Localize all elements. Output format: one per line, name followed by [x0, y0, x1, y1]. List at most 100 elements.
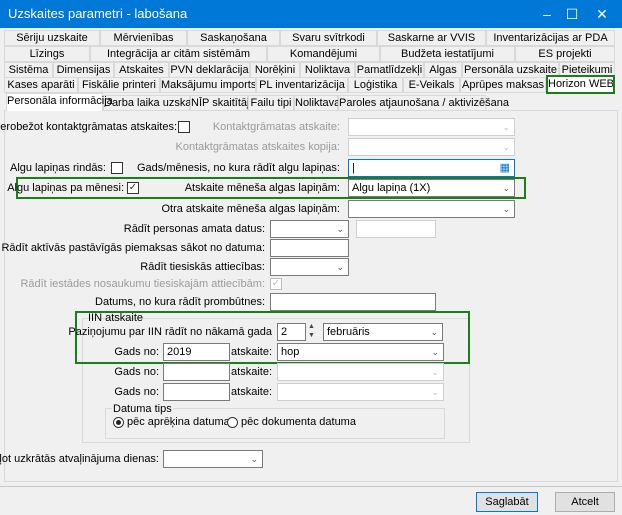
apalot-combo[interactable]: ⌄: [163, 450, 263, 468]
report-combo[interactable]: hop ⌄: [277, 343, 444, 361]
spin-arrows-icon[interactable]: ▲ ▼: [308, 322, 315, 340]
report-combo[interactable]: ⌄: [277, 383, 444, 401]
tab-kases-apar-ti[interactable]: Kases aparāti: [4, 77, 78, 93]
inner-tab-2[interactable]: NĪP skaitītāji: [190, 95, 252, 111]
rindas-checkbox[interactable]: [111, 162, 123, 174]
tab-pamatl-dzek-i[interactable]: Pamatlīdzekļi: [355, 62, 424, 78]
close-button[interactable]: ✕: [582, 0, 622, 28]
tab-atskaites[interactable]: Atskaites: [114, 62, 169, 78]
report-combo[interactable]: ⌄: [277, 363, 444, 381]
tab-pvn-deklar-cija[interactable]: PVN deklarācija: [169, 62, 250, 78]
tab-fisk-lie-printeri[interactable]: Fiskālie printeri: [78, 77, 160, 93]
tab-lo-istika[interactable]: Loģistika: [348, 77, 403, 93]
radio-aprekina[interactable]: [113, 417, 124, 428]
inner-tab-3[interactable]: Failu tipi: [248, 95, 294, 111]
tab-integr-cija-ar-cit-m-sist-m-m[interactable]: Integrācija ar citām sistēmām: [90, 46, 267, 62]
tab-s-riju-uzskaite[interactable]: Sēriju uzskaite: [4, 30, 100, 46]
gads-input[interactable]: [163, 383, 230, 401]
inner-tab-4[interactable]: Noliktava: [294, 95, 340, 111]
tab-dimensijas[interactable]: Dimensijas: [53, 62, 114, 78]
prombutnes-input[interactable]: [270, 293, 436, 311]
tab-noliktava[interactable]: Noliktava: [300, 62, 355, 78]
tab-algas[interactable]: Algas: [424, 62, 462, 78]
amata-combo[interactable]: ⌄: [270, 220, 349, 238]
calendar-icon[interactable]: ▦: [500, 160, 510, 176]
prombutnes-label: Datums, no kura rādīt prombūtnes:: [95, 296, 265, 308]
ierobezot-label: Ierobežot kontaktgrāmatas atskaites:: [0, 121, 177, 133]
tab-maks-jumu-imports[interactable]: Maksājumu imports: [160, 77, 256, 93]
kontakt-atskaite-combo[interactable]: ⌄: [348, 118, 515, 136]
gads-input[interactable]: [163, 363, 230, 381]
tab-m-rvien-bas[interactable]: Mērvienības: [100, 30, 187, 46]
amata-text[interactable]: [356, 220, 436, 238]
atskaite-combo[interactable]: Algu lapiņa (1X) ⌄: [348, 179, 515, 197]
chevron-down-icon: ⌄: [502, 204, 510, 214]
inner-tab-0[interactable]: Personāla informācija: [6, 93, 113, 111]
tab-pl-inventariz-cija[interactable]: PL inventarizācija: [256, 77, 348, 93]
report-value: hop: [281, 346, 300, 358]
month-combo[interactable]: februāris ⌄: [323, 323, 443, 341]
otra-label: Otra atskaite mēneša algas lapiņām:: [161, 203, 340, 215]
radio-dokumenta[interactable]: [227, 417, 238, 428]
cancel-button[interactable]: Atcelt: [555, 492, 615, 512]
tab-svaru-sv-trkodi[interactable]: Svaru svītrkodi: [280, 30, 377, 46]
apalot-label: Apaļot uzkrātās atvaļinājuma dienas:: [0, 453, 159, 465]
chevron-down-icon: ⌄: [502, 183, 510, 193]
kontakt-atskaite-label: Kontaktgrāmatas atskaite:: [212, 121, 340, 133]
atskaite-value: Algu lapiņa (1X): [352, 182, 431, 194]
gads-label: Gads no:: [114, 366, 159, 378]
iin-group-title: IIN atskaite: [88, 312, 144, 324]
tab-saskarne-ar-vvis[interactable]: Saskarne ar VVIS: [377, 30, 486, 46]
tab-saska-o-ana[interactable]: Saskaņošana: [187, 30, 280, 46]
amata-label: Rādīt personas amata datus:: [123, 223, 265, 235]
tab-bud-eta-iestat-jumi[interactable]: Budžeta iestatījumi: [380, 46, 515, 62]
tab-apr-pes-maksas[interactable]: Aprūpes maksas: [460, 77, 546, 93]
radio-dot: [116, 420, 121, 425]
window-title: Uzskaites parametri - labošana: [8, 6, 188, 21]
kontakt-kopija-combo[interactable]: ⌄: [348, 138, 515, 156]
chevron-down-icon: ⌄: [502, 142, 510, 152]
tab-l-zings[interactable]: Līzings: [4, 46, 90, 62]
chevron-down-icon: ⌄: [431, 367, 439, 377]
chevron-down-icon: ⌄: [431, 347, 439, 357]
gads-label: Gads no:: [114, 386, 159, 398]
piemaksas-label: Rādīt aktīvās pastāvīgās piemaksas sākot…: [1, 242, 265, 254]
tab-person-la-uzskaite[interactable]: Personāla uzskaite: [462, 62, 559, 78]
ierobezot-checkbox[interactable]: [178, 121, 190, 133]
tab-komand-jumi[interactable]: Komandējumi: [267, 46, 380, 62]
gads-menesis-input[interactable]: | ▦: [348, 159, 515, 177]
tab-nor-ini[interactable]: Norēķini: [250, 62, 300, 78]
day-spinner[interactable]: 2: [277, 323, 306, 341]
pazinojums-label: Paziņojumu par IIN rādīt no nākamā gada: [68, 326, 272, 338]
tab-horizon-web[interactable]: Horizon WEB: [546, 75, 615, 94]
tab-sist-ma[interactable]: Sistēma: [4, 62, 53, 78]
datuma-tips-title: Datuma tips: [112, 403, 173, 415]
gads-menesis-label: Gads/mēnesis, no kura rādīt algu lapiņas…: [136, 162, 340, 174]
inner-tab-1[interactable]: Darba laika uzskaite: [103, 95, 203, 111]
separator: [0, 486, 622, 487]
atskaite-label: atskaite:: [231, 386, 272, 398]
iestades-checkbox[interactable]: ✓: [270, 278, 282, 290]
chevron-down-icon: ⌄: [336, 262, 344, 272]
tab-es-projekti[interactable]: ES projekti: [515, 46, 615, 62]
otra-combo[interactable]: ⌄: [348, 200, 515, 218]
gads-label: Gads no:: [114, 346, 159, 358]
chevron-down-icon: ⌄: [431, 387, 439, 397]
atskaite-label: atskaite:: [231, 346, 272, 358]
tab-inventariz-cijas-ar-pda[interactable]: Inventarizācijas ar PDA: [486, 30, 615, 46]
iestades-label: Rādīt iestādes nosaukumu tiesiskajām att…: [20, 278, 265, 290]
inner-tab-5[interactable]: Paroles atjaunošana / aktivizēšana: [338, 95, 509, 111]
gads-input[interactable]: 2019: [163, 343, 230, 361]
save-button[interactable]: Saglabāt: [476, 492, 538, 512]
tiesiskas-combo[interactable]: ⌄: [270, 258, 349, 276]
radio-aprekina-label[interactable]: pēc aprēķina datuma: [127, 416, 230, 428]
chevron-down-icon: ⌄: [502, 122, 510, 132]
chevron-down-icon: ⌄: [430, 327, 438, 337]
piemaksas-input[interactable]: [270, 239, 349, 257]
radio-dokumenta-label[interactable]: pēc dokumenta datuma: [241, 416, 356, 428]
pa-menesi-label: Algu lapiņas pa mēnesi:: [7, 182, 124, 194]
tab-e-veikals[interactable]: E-Veikals: [403, 77, 460, 93]
atskaite-label: Atskaite mēneša algas lapiņām:: [184, 182, 340, 194]
pa-menesi-checkbox[interactable]: ✓: [127, 182, 139, 194]
rindas-label: Algu lapiņas rindās:: [9, 162, 106, 174]
